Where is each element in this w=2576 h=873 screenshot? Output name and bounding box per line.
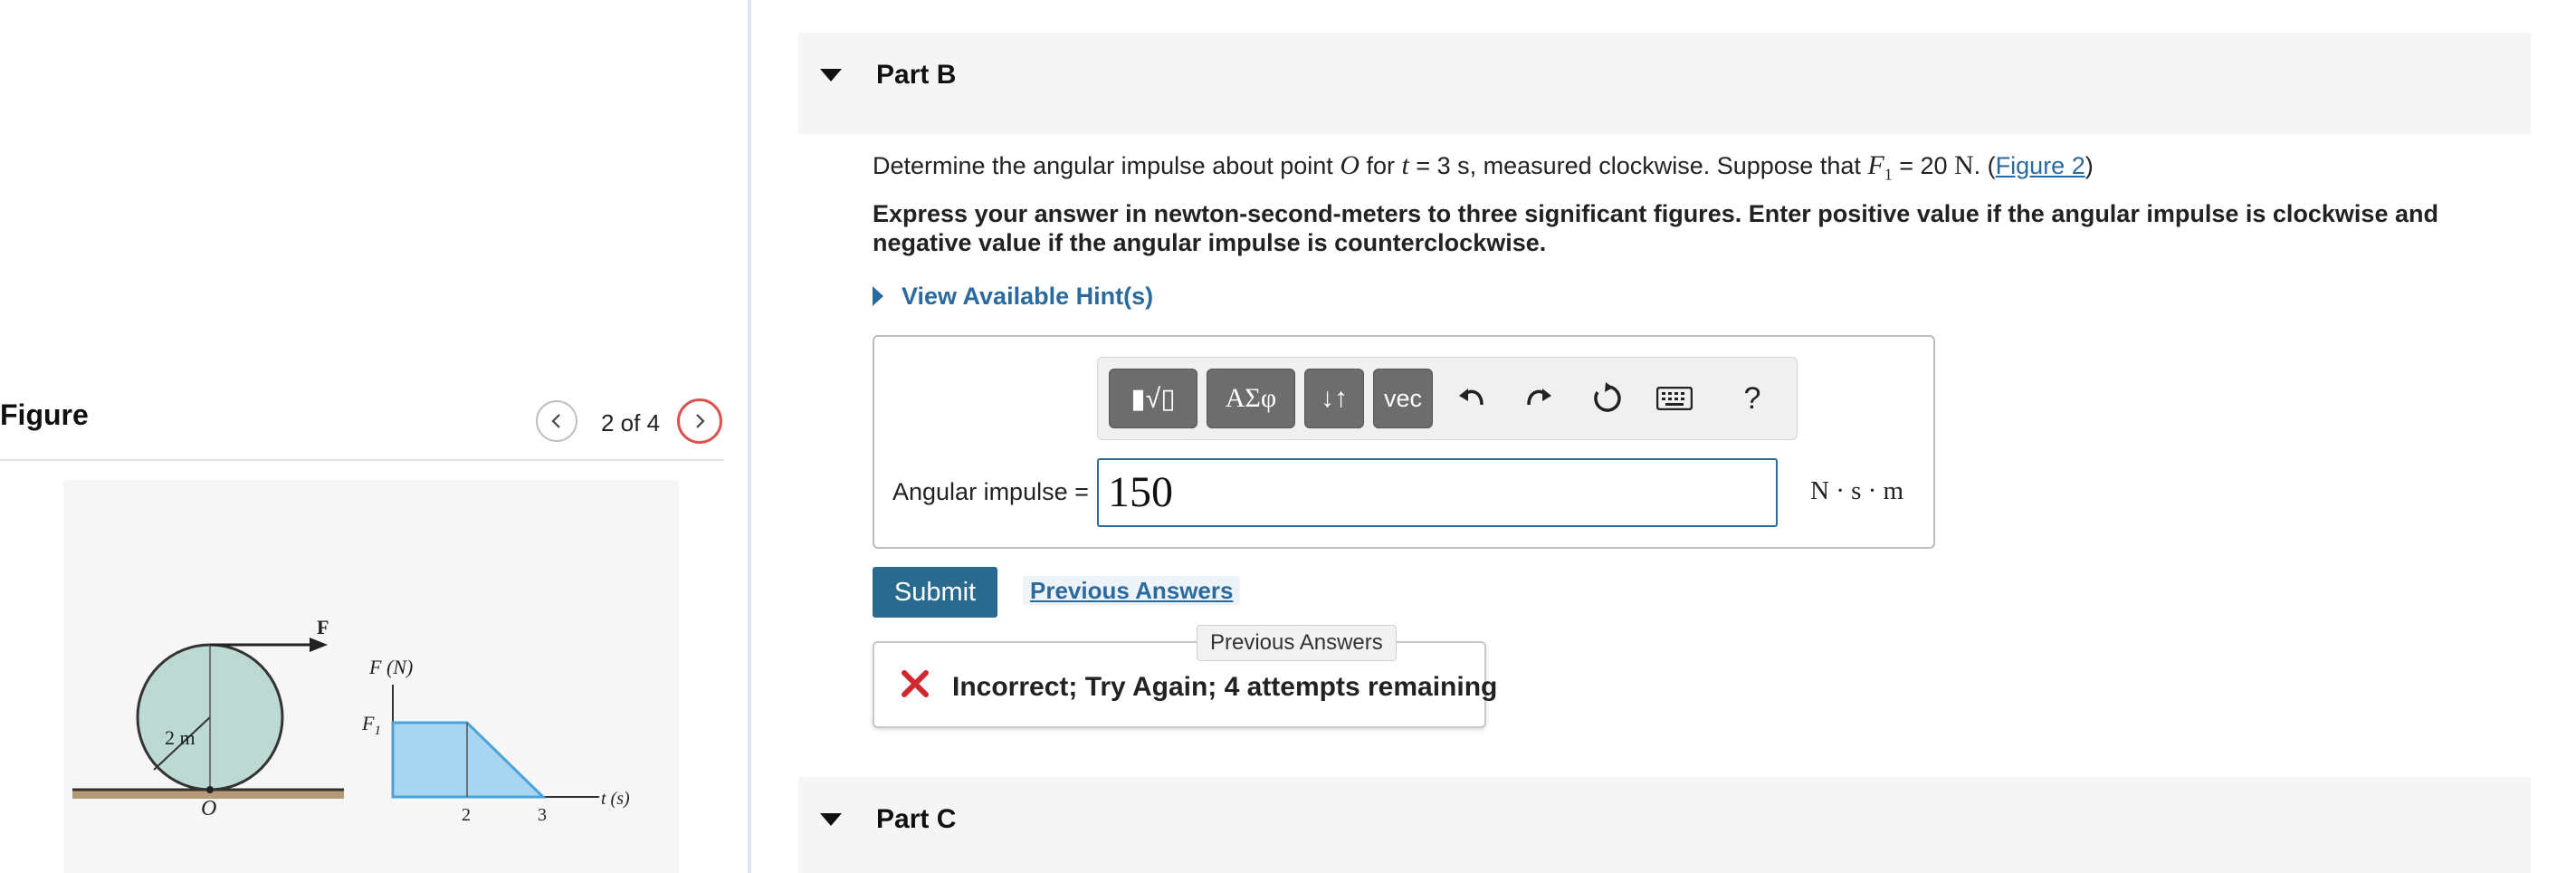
force-var: F	[1867, 150, 1884, 180]
caret-down-icon	[820, 813, 842, 826]
force-subscript: 1	[1884, 165, 1893, 184]
previous-answers-tooltip: Previous Answers	[1197, 625, 1397, 661]
question-part: )	[2085, 152, 2094, 179]
undo-icon[interactable]	[1451, 378, 1493, 419]
graph-x-label: t (s)	[601, 789, 630, 809]
chevron-right-icon	[696, 414, 705, 428]
figure-next-button[interactable]	[677, 398, 722, 444]
f1-subscript: 1	[374, 724, 381, 738]
time-var: t	[1401, 150, 1409, 180]
previous-answers-link[interactable]: Previous Answers	[1023, 576, 1241, 605]
submit-button[interactable]: Submit	[873, 567, 997, 618]
answer-instructions: Express your answer in newton-second-met…	[873, 200, 2438, 256]
reset-icon[interactable]	[1587, 378, 1628, 419]
f1-label: F	[361, 712, 375, 734]
force-label: F	[317, 616, 329, 638]
tick-label-2: 2	[462, 805, 471, 825]
caret-down-icon	[820, 69, 842, 82]
graph-y-label: F (N)	[368, 656, 413, 678]
figure-2-link[interactable]: Figure 2	[1996, 152, 2085, 179]
feedback-text: Incorrect; Try Again; 4 attempts remaini…	[952, 672, 1498, 702]
vector-button[interactable]: vec	[1373, 369, 1433, 428]
part-b-header[interactable]: Part B	[798, 33, 2531, 134]
answer-unit: N · s · m	[1810, 476, 1904, 505]
question-part: . (	[1973, 152, 1996, 179]
answer-input[interactable]: 150	[1097, 458, 1778, 527]
point-o-label: O	[201, 797, 216, 820]
force-arrowhead	[310, 638, 328, 652]
arrows-button[interactable]: ↓↑	[1304, 369, 1364, 428]
svg-text:F1: F1	[361, 712, 381, 738]
figure-page-counter: 2 of 4	[601, 409, 661, 436]
chevron-left-icon	[551, 414, 560, 428]
point-o: O	[1340, 150, 1360, 180]
answer-label: Angular impulse =	[892, 478, 1089, 505]
part-c-title: Part C	[876, 804, 957, 834]
math-toolbar: ▮√▯ ΑΣφ ↓↑ vec ?	[1097, 357, 1798, 440]
figure-panel: Figure 2 of 4 2 m F O F (N) F1 2 3 t (s)	[0, 0, 749, 873]
tick-label-3: 3	[538, 805, 547, 825]
error-x-icon	[900, 668, 930, 704]
question-part: for	[1359, 152, 1402, 179]
greek-symbols-button[interactable]: ΑΣφ	[1207, 369, 1295, 428]
part-c-header[interactable]: Part C	[798, 777, 2531, 873]
keyboard-icon[interactable]	[1654, 378, 1695, 419]
templates-button[interactable]: ▮√▯	[1109, 369, 1197, 428]
view-hints-link[interactable]: View Available Hint(s)	[902, 283, 1153, 311]
question-part: = 20	[1892, 152, 1954, 179]
redo-icon[interactable]	[1518, 378, 1560, 419]
radius-label: 2 m	[165, 726, 196, 749]
question-part: Determine the angular impulse about poin…	[873, 152, 1340, 179]
part-b-title: Part B	[876, 60, 957, 90]
figure-title: Figure	[0, 398, 89, 431]
figure-image: 2 m F O F (N) F1 2 3 t (s)	[63, 480, 679, 873]
caret-right-icon	[873, 286, 883, 306]
help-button[interactable]: ?	[1732, 378, 1773, 419]
question-part: = 3 s, measured clockwise. Suppose that	[1408, 152, 1868, 179]
panel-divider	[748, 0, 751, 873]
force-curve	[391, 721, 547, 799]
figure-prev-button[interactable]	[536, 400, 577, 442]
question-text: Determine the angular impulse about poin…	[873, 150, 2094, 184]
figure-divider	[0, 459, 724, 461]
unit-newton: N	[1954, 150, 1974, 180]
